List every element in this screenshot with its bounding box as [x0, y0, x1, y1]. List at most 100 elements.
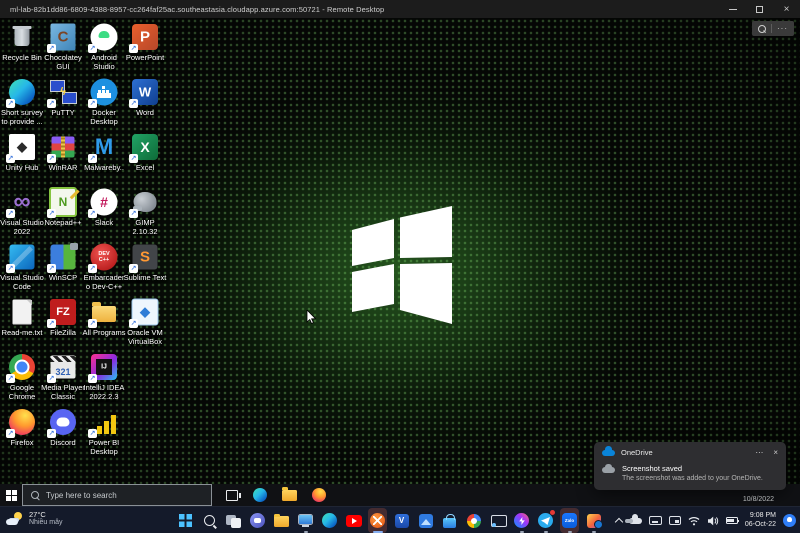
- icon-glyph: C: [57, 28, 69, 46]
- taskbar-photos-button[interactable]: [584, 508, 603, 533]
- desktop-icon-read-me[interactable]: Read-me.txt: [2, 297, 42, 352]
- taskbar-mountain-app-button[interactable]: [416, 508, 435, 533]
- desktop-icon-winscp[interactable]: WinSCP: [43, 242, 83, 297]
- remote-clock-date[interactable]: 10/8/2022: [743, 496, 774, 503]
- close-button[interactable]: ×: [773, 0, 800, 18]
- desktop-icon-dev-cpp[interactable]: DEV C++ Embarcadero Dev-C++: [83, 242, 125, 297]
- taskbar-file-explorer-button[interactable]: [272, 508, 291, 533]
- visual-studio-code-icon: [6, 242, 38, 273]
- desktop-icon-label: Embarcadero Dev-C++: [83, 273, 125, 291]
- desktop-icon-powerpoint[interactable]: P PowerPoint: [125, 22, 165, 77]
- desktop-icon-discord[interactable]: Discord: [43, 407, 83, 462]
- filezilla-icon: FZ: [47, 297, 79, 328]
- shortcut-arrow-icon: [88, 99, 97, 108]
- desktop-icon-excel[interactable]: X Excel: [125, 132, 165, 187]
- taskbar-remote-desktop-button[interactable]: [368, 508, 387, 533]
- desktop-icon-malwarebytes[interactable]: M Malwareby..: [84, 132, 124, 187]
- taskbar-telegram-button[interactable]: [536, 508, 555, 533]
- zoom-icon[interactable]: [758, 24, 766, 33]
- taskbar-edge-button[interactable]: [320, 508, 339, 533]
- edge-icon[interactable]: [253, 488, 267, 502]
- clock[interactable]: 9:08 PM 06-Oct-22: [745, 512, 776, 529]
- shortcut-arrow-icon: [88, 209, 97, 218]
- chat-icon: [250, 513, 265, 528]
- onedrive-tray-icon[interactable]: [624, 514, 642, 524]
- notification-close-button[interactable]: ×: [773, 448, 778, 457]
- desktop-icon-label: Malwareby..: [84, 163, 124, 172]
- desktop-icon-virtualbox[interactable]: ◆ Oracle VM VirtualBox: [125, 297, 165, 352]
- desktop-icon-visual-studio-code[interactable]: Visual Studio Code: [0, 242, 44, 297]
- taskbar-google-button[interactable]: [464, 508, 483, 533]
- desktop-icon-gimp[interactable]: GIMP 2.10.32: [125, 187, 165, 242]
- remote-search-box[interactable]: Type here to search: [22, 484, 212, 506]
- desktop-icon-media-player-classic[interactable]: 321 Media Player Classic: [41, 352, 85, 407]
- remote-start-button[interactable]: [0, 484, 22, 506]
- desktop-icon-label: Unity Hub: [5, 163, 39, 172]
- touch-keyboard-icon[interactable]: [648, 516, 662, 525]
- desktop-icon-label: Read-me.txt: [1, 328, 43, 337]
- taskbar-chat-button[interactable]: [248, 508, 267, 533]
- desktop-icon-word[interactable]: W Word: [125, 77, 165, 132]
- desktop-icon-power-bi[interactable]: Power BI Desktop: [84, 407, 124, 462]
- taskbar-this-pc-button[interactable]: [296, 508, 315, 533]
- desktop-icon-recycle-bin[interactable]: Recycle Bin: [2, 22, 42, 77]
- taskbar-search-button[interactable]: [200, 508, 219, 533]
- virtualbox-icon: ◆: [129, 297, 161, 328]
- notification-more-button[interactable]: ⋯: [755, 448, 763, 457]
- desktop-icon-label: IntelliJ IDEA 2022.2.3: [83, 383, 125, 401]
- desktop-icon-label: PowerPoint: [125, 53, 165, 62]
- notification-badge[interactable]: [783, 514, 796, 527]
- desktop-icon-winrar[interactable]: WinRAR: [43, 132, 83, 187]
- rdp-toolbar: ···: [752, 21, 794, 36]
- hidden-icons-chevron-icon[interactable]: [614, 517, 624, 527]
- battery-icon[interactable]: [725, 517, 740, 524]
- desktop-icon-short-survey[interactable]: Short survey to provide ...: [1, 77, 43, 132]
- desktop-icon-intellij-idea[interactable]: IJ IntelliJ IDEA 2022.2.3: [83, 352, 125, 407]
- desktop-icon-chocolatey-gui[interactable]: C Chocolatey GUI: [43, 22, 83, 77]
- task-view-button[interactable]: [226, 489, 241, 501]
- icon-glyph: ◆: [140, 304, 150, 319]
- desktop-icon-label: Slack: [94, 218, 114, 227]
- onedrive-notification: OneDrive ⋯ × Screenshot saved The screen…: [594, 442, 786, 490]
- taskbar-messenger-button[interactable]: [512, 508, 531, 533]
- desktop-icon-label: Firefox: [10, 438, 34, 447]
- recycle-bin-icon: [6, 22, 38, 52]
- taskbar-task-view-button[interactable]: [224, 508, 243, 533]
- desktop-icon-sublime-text[interactable]: S Sublime Text: [124, 242, 167, 297]
- restore-button[interactable]: [746, 0, 773, 18]
- desktop-icon-putty[interactable]: ϟ PuTTY: [43, 77, 83, 132]
- volume-icon[interactable]: [707, 516, 719, 526]
- wifi-icon[interactable]: [688, 516, 700, 526]
- desktop-icon-filezilla[interactable]: FZ FileZilla: [43, 297, 83, 352]
- firefox-icon[interactable]: [312, 488, 326, 502]
- taskbar-youtube-button[interactable]: [344, 508, 363, 533]
- clock-date: 06-Oct-22: [744, 520, 776, 528]
- remote-desktop-screen: ··· Recycle Bin C Chocolatey GUI Android St…: [0, 18, 800, 506]
- minimize-button[interactable]: [719, 0, 746, 18]
- desktop-icon-docker-desktop[interactable]: Docker Desktop: [84, 77, 124, 132]
- desktop-icon-unity-hub[interactable]: ◆ Unity Hub: [2, 132, 42, 187]
- display-tray-icon[interactable]: [668, 516, 681, 525]
- taskbar-v-app-button[interactable]: V: [392, 508, 411, 533]
- putty-icon: ϟ: [47, 77, 79, 108]
- more-options-button[interactable]: ···: [777, 24, 788, 33]
- taskbar-start-button[interactable]: [176, 508, 195, 533]
- file-explorer-icon[interactable]: [282, 487, 297, 501]
- desktop-icon-google-chrome[interactable]: Google Chrome: [2, 352, 42, 407]
- taskbar-center-icons: V Zalo: [176, 507, 603, 533]
- desktop-icon-visual-studio-2022[interactable]: ∞ Visual Studio 2022: [0, 187, 44, 242]
- zalo-icon: Zalo: [562, 513, 577, 528]
- shortcut-arrow-icon: [47, 264, 56, 273]
- taskbar-cast-button[interactable]: [488, 508, 507, 533]
- desktop-icon-slack[interactable]: # Slack: [84, 187, 124, 242]
- weather-temperature: 27°C: [29, 510, 46, 519]
- taskbar-zalo-button[interactable]: Zalo: [560, 508, 579, 533]
- weather-widget[interactable]: 27°C Nhiều mây: [6, 510, 62, 527]
- remote-desktop-window: ml-lab-82b1dd86-6809-4388-8957-cc264faf2…: [0, 0, 800, 533]
- desktop-icon-notepad-plus-plus[interactable]: N Notepad++: [43, 187, 83, 242]
- start-icon: [179, 514, 192, 527]
- desktop-icon-firefox[interactable]: Firefox: [2, 407, 42, 462]
- desktop-icon-android-studio[interactable]: Android Studio: [84, 22, 124, 77]
- taskbar-microsoft-store-button[interactable]: [440, 508, 459, 533]
- desktop-icon-all-programs[interactable]: All Programs: [83, 297, 125, 352]
